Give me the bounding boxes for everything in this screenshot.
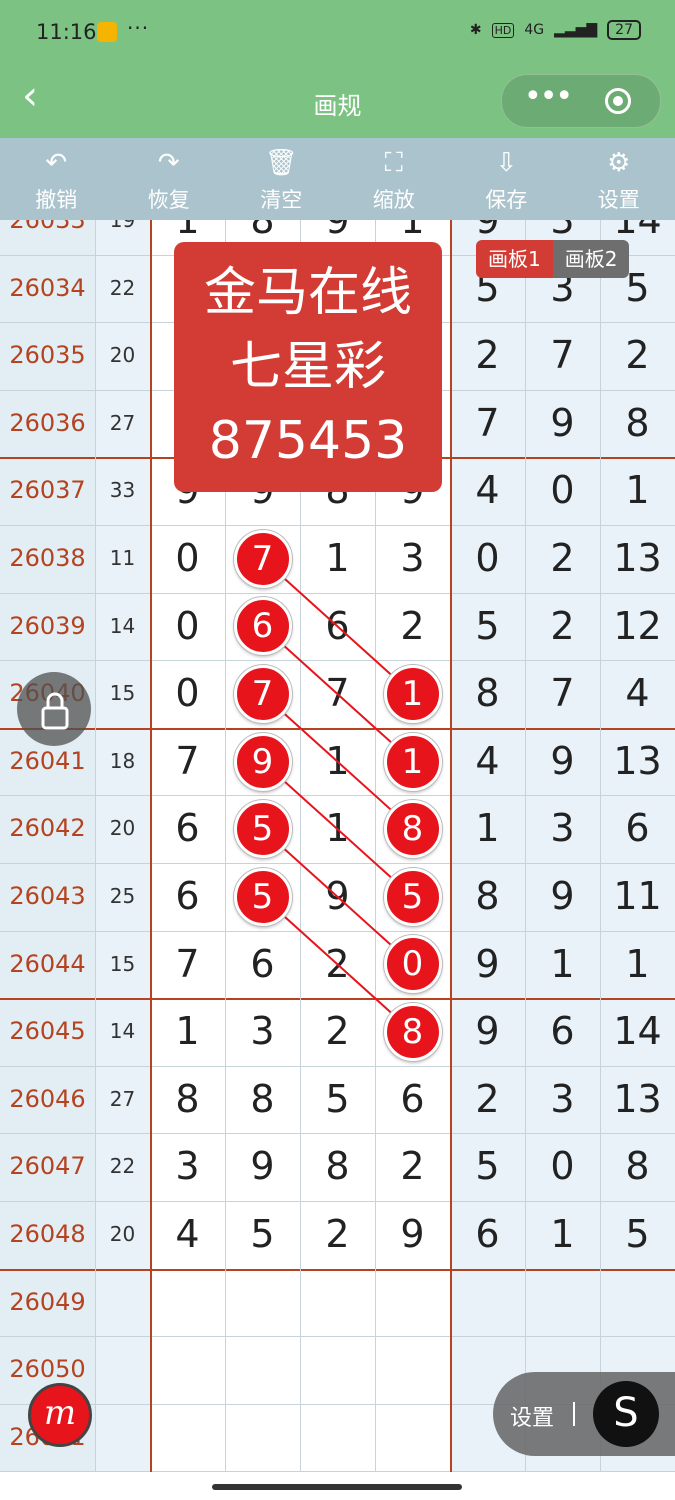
- tab-board-2[interactable]: 画板2: [552, 240, 630, 278]
- home-indicator: [212, 1484, 462, 1490]
- lock-button[interactable]: [17, 672, 91, 746]
- status-bar: 11:16 ··· ✱ HD 4G ▂▃▅▇ 27: [0, 0, 675, 64]
- target-circle-icon[interactable]: [605, 88, 631, 114]
- toolbar-button-redo[interactable]: ↷ 恢复: [113, 138, 226, 220]
- settings-pill[interactable]: 设置 S: [493, 1372, 675, 1456]
- settings-pill-label[interactable]: 设置: [510, 1400, 554, 1432]
- app-logo-icon[interactable]: m: [28, 1383, 92, 1447]
- undo-icon: ↶: [45, 148, 68, 178]
- notification-icon: [97, 22, 117, 42]
- marked-ball[interactable]: 7: [233, 665, 292, 723]
- signal-icon: ▂▃▅▇: [554, 22, 598, 38]
- marked-ball[interactable]: 5: [383, 867, 442, 926]
- nav-bar: ‹ 画规 •••: [0, 64, 675, 138]
- promo-banner: 金马在线 七星彩 875453: [174, 242, 442, 492]
- marked-ball[interactable]: 9: [233, 732, 292, 791]
- marked-ball[interactable]: 7: [233, 529, 292, 588]
- status-dots: ···: [127, 16, 150, 40]
- toolbar-button-gear[interactable]: ⚙ 设置: [563, 138, 675, 220]
- marked-ball[interactable]: 5: [233, 800, 292, 859]
- lock-icon: [41, 692, 69, 730]
- toolbar-button-trash[interactable]: 🗑 清空: [225, 138, 338, 220]
- marked-ball[interactable]: 8: [383, 1003, 442, 1061]
- toolbar-label: 缩放: [372, 188, 415, 212]
- more-dots-icon[interactable]: •••: [524, 82, 573, 112]
- mini-program-capsule: •••: [501, 74, 661, 128]
- marked-ball[interactable]: 0: [383, 935, 442, 994]
- marked-ball[interactable]: 6: [233, 597, 292, 656]
- toolbar-button-download[interactable]: ⇩ 保存: [450, 138, 563, 220]
- marked-ball[interactable]: 8: [383, 800, 442, 859]
- tab-board-1[interactable]: 画板1: [476, 240, 553, 278]
- promo-line-1: 金马在线: [203, 263, 412, 323]
- status-right: ✱ HD 4G ▂▃▅▇ 27: [470, 20, 641, 40]
- board-tabs: 画板1 画板2: [476, 240, 630, 278]
- battery-icon: 27: [607, 20, 641, 40]
- marked-ball[interactable]: 5: [233, 867, 292, 926]
- toolbar-button-undo[interactable]: ↶ 撤销: [0, 138, 113, 220]
- toolbar-label: 保存: [485, 188, 528, 212]
- redo-icon: ↷: [157, 148, 180, 178]
- toolbar-label: 设置: [597, 188, 640, 212]
- bluetooth-icon: ✱: [469, 22, 482, 38]
- network-label: 4G: [524, 22, 545, 38]
- divider: [573, 1402, 575, 1426]
- download-icon: ⇩: [495, 148, 518, 178]
- promo-line-3: 875453: [208, 411, 408, 471]
- toolbar: ↶ 撤销 ↷ 恢复 🗑 清空 ⛶ 缩放 ⇩ 保存 ⚙ 设置: [0, 138, 675, 220]
- toolbar-label: 恢复: [147, 188, 190, 212]
- status-time: 11:16: [36, 20, 97, 44]
- hd-badge: HD: [491, 22, 515, 38]
- marked-ball[interactable]: 1: [383, 665, 442, 723]
- zoom-icon: ⛶: [384, 148, 403, 178]
- s-logo-icon[interactable]: S: [593, 1381, 659, 1447]
- promo-line-2: 七星彩: [229, 337, 386, 397]
- marked-ball[interactable]: 1: [383, 732, 442, 791]
- gear-icon: ⚙: [607, 148, 631, 178]
- toolbar-label: 清空: [260, 188, 303, 212]
- toolbar-label: 撤销: [35, 188, 78, 212]
- toolbar-button-zoom[interactable]: ⛶ 缩放: [338, 138, 451, 220]
- trash-icon: 🗑: [264, 148, 298, 178]
